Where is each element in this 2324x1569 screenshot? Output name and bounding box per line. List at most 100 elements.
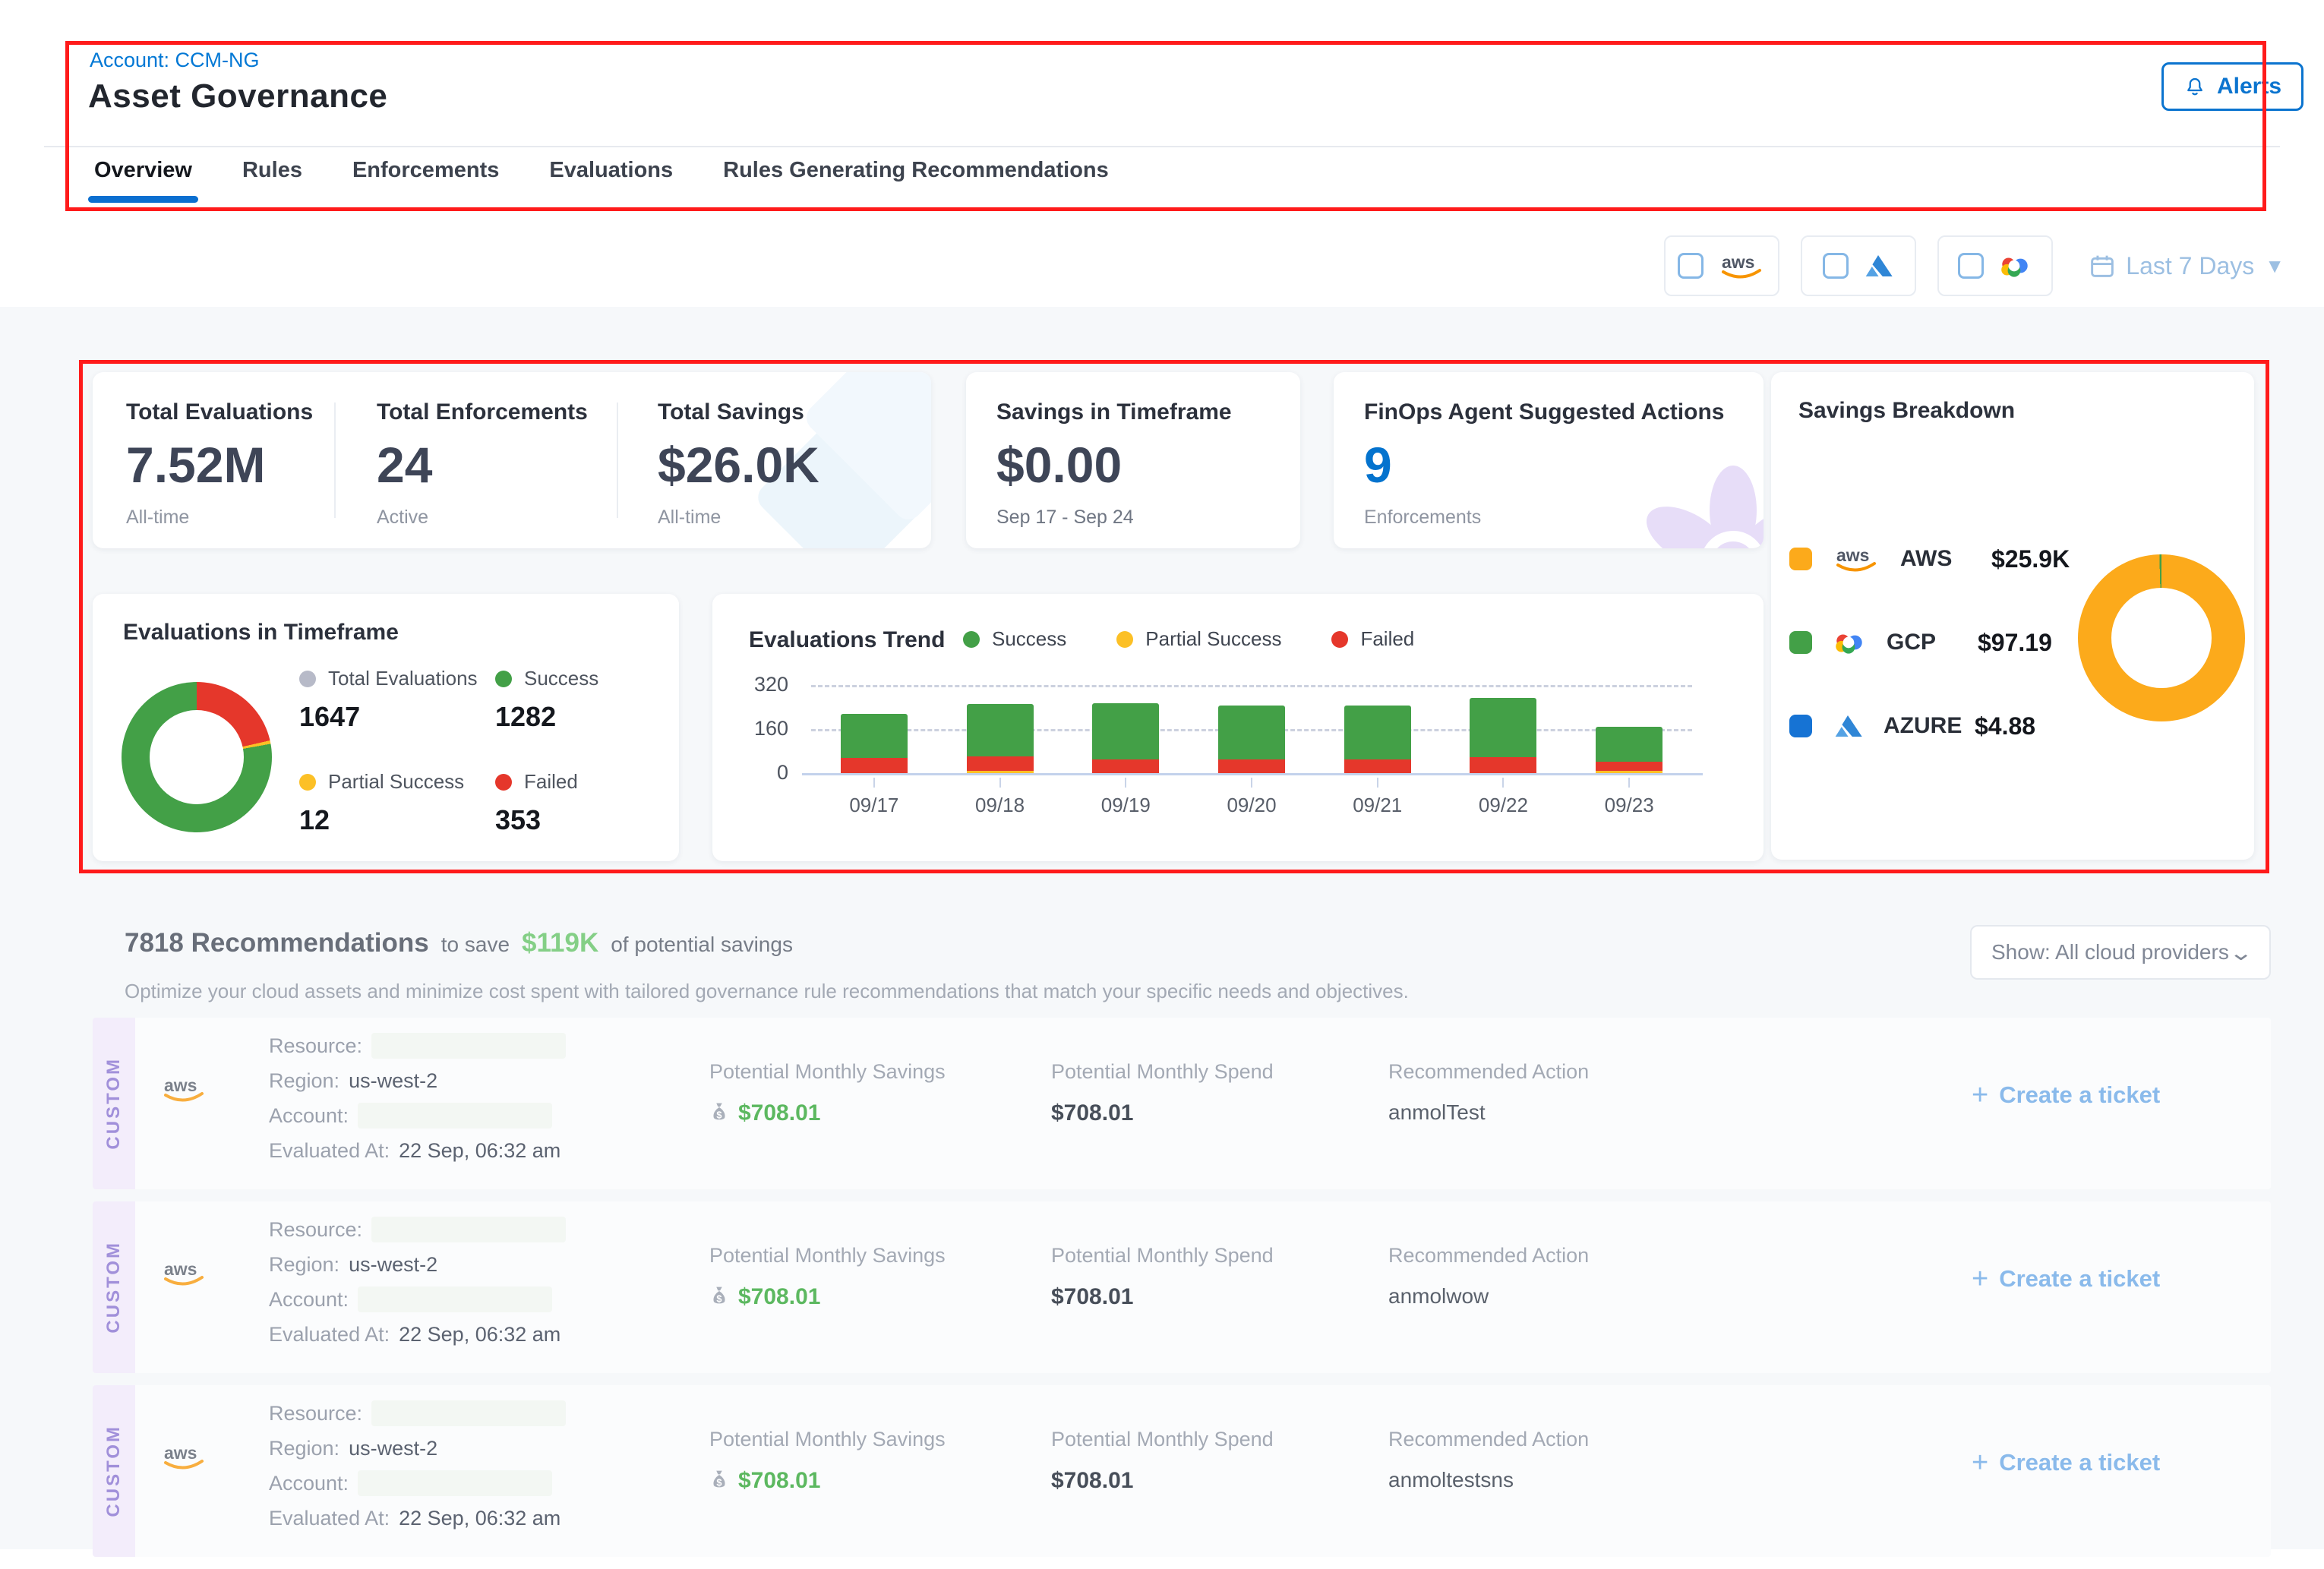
gcp-icon bbox=[1997, 253, 2032, 279]
total-enforcements-caption: Active bbox=[377, 507, 428, 529]
savings-in-timeframe-title: Savings in Timeframe bbox=[996, 399, 1232, 425]
azure-icon bbox=[1832, 712, 1864, 740]
total-savings-title: Total Savings bbox=[658, 399, 804, 425]
x-axis-label: 09/22 bbox=[1479, 794, 1528, 817]
finops-agent-caption: Enforcements bbox=[1364, 507, 1481, 529]
savings-suffix-text: of potential savings bbox=[611, 933, 793, 957]
savings-breakdown-title: Savings Breakdown bbox=[1798, 398, 2015, 424]
finops-agent-value: 9 bbox=[1364, 436, 1392, 494]
azure-icon bbox=[1832, 712, 1864, 740]
money-bag-icon: $ bbox=[709, 1286, 729, 1309]
money-bag-icon: $ bbox=[709, 1470, 729, 1492]
tab-overview[interactable]: Overview bbox=[91, 158, 195, 203]
create-ticket-button[interactable]: +Create a ticket bbox=[1972, 1081, 2160, 1109]
azure-savings-value: $4.88 bbox=[1975, 712, 2035, 740]
aws-icon: aws bbox=[159, 1258, 208, 1288]
page-title: Asset Governance bbox=[88, 77, 387, 115]
x-axis-label: 09/23 bbox=[1605, 794, 1654, 817]
azure-icon bbox=[1862, 252, 1894, 279]
y-axis-tick-0: 0 bbox=[734, 761, 788, 784]
plus-icon: + bbox=[1972, 1084, 1988, 1107]
tab-rules[interactable]: Rules bbox=[239, 158, 305, 203]
savings-breakdown-card: Savings Breakdown aws AWS $25.9K GCP $97… bbox=[1771, 372, 2254, 860]
failed-dot bbox=[495, 774, 512, 791]
totals-card: Total Evaluations 7.52M All-time Total E… bbox=[93, 372, 931, 548]
aws-icon: aws bbox=[159, 1074, 208, 1104]
legend-failed: Failed 353 bbox=[495, 770, 578, 836]
evaluations-trend-card: Evaluations Trend Success Partial Succes… bbox=[712, 594, 1764, 861]
total-enforcements-value: 24 bbox=[377, 436, 432, 494]
savings-in-timeframe-value: $0.00 bbox=[996, 436, 1122, 494]
money-bag-icon: $ bbox=[709, 1102, 729, 1125]
finops-agent-card: FinOps Agent Suggested Actions 9 Enforce… bbox=[1334, 372, 1764, 548]
trend-legend: Success Partial Success Failed bbox=[963, 627, 1414, 651]
cloud-provider-filter-dropdown[interactable]: Show: All cloud providers ⌄ bbox=[1970, 925, 2271, 980]
tab-enforcements[interactable]: Enforcements bbox=[349, 158, 502, 203]
dropdown-label: Show: All cloud providers bbox=[1991, 940, 2229, 964]
aws-icon: aws bbox=[1832, 544, 1880, 574]
azure-checkbox[interactable] bbox=[1823, 253, 1849, 279]
gcp-checkbox[interactable] bbox=[1958, 253, 1984, 279]
bell-icon bbox=[2183, 75, 2206, 98]
account-breadcrumb-link[interactable]: Account: CCM-NG bbox=[90, 49, 260, 72]
redacted-resource-value bbox=[371, 1217, 566, 1242]
tab-rules-generating-recommendations[interactable]: Rules Generating Recommendations bbox=[720, 158, 1112, 203]
aws-icon: aws bbox=[159, 1441, 208, 1472]
recommended-action: Recommended Action anmoltestsns bbox=[1388, 1428, 1589, 1492]
x-axis-label: 09/21 bbox=[1353, 794, 1402, 817]
recommendations-count: 7818 Recommendations bbox=[125, 928, 429, 958]
x-axis-baseline bbox=[802, 773, 1703, 775]
date-range-label: Last 7 Days bbox=[2126, 252, 2254, 280]
aws-icon: aws bbox=[1717, 251, 1766, 281]
partial-success-dot bbox=[299, 774, 316, 791]
resource-fields: Resource: Region:us-west-2 Account: Eval… bbox=[269, 1212, 566, 1352]
total-evaluations-dot bbox=[299, 671, 316, 687]
tab-evaluations[interactable]: Evaluations bbox=[546, 158, 676, 203]
gcp-filter-toggle[interactable] bbox=[1937, 235, 2053, 296]
svg-text:$: $ bbox=[716, 1476, 722, 1488]
y-axis-tick-160: 160 bbox=[734, 717, 788, 740]
divider bbox=[617, 403, 618, 518]
resource-fields: Resource: Region:us-west-2 Account: Eval… bbox=[269, 1396, 566, 1536]
total-savings-caption: All-time bbox=[658, 507, 721, 529]
recommendations-subtitle: Optimize your cloud assets and minimize … bbox=[125, 980, 1409, 1003]
evaluations-in-timeframe-title: Evaluations in Timeframe bbox=[123, 620, 399, 646]
evaluations-donut-chart bbox=[122, 682, 272, 832]
aws-savings-value: $25.9K bbox=[1991, 545, 2070, 573]
gcp-savings-value: $97.19 bbox=[1978, 629, 2052, 657]
total-evaluations-title: Total Evaluations bbox=[126, 399, 313, 425]
aws-icon: aws bbox=[159, 1258, 208, 1288]
azure-filter-toggle[interactable] bbox=[1801, 235, 1916, 296]
legend-total-evaluations: Total Evaluations 1647 bbox=[299, 667, 478, 733]
redacted-resource-value bbox=[371, 1033, 566, 1059]
potential-monthly-savings: Potential Monthly Savings $ $708.01 bbox=[709, 1060, 946, 1126]
evaluations-in-timeframe-card: Evaluations in Timeframe Total Evaluatio… bbox=[93, 594, 679, 861]
y-axis-tick-320: 320 bbox=[734, 673, 788, 696]
gcp-label: GCP bbox=[1887, 630, 1978, 655]
aws-filter-toggle[interactable]: aws bbox=[1664, 235, 1779, 296]
svg-text:aws: aws bbox=[164, 1259, 197, 1279]
x-axis-label: 09/19 bbox=[1101, 794, 1151, 817]
redacted-account-value bbox=[358, 1470, 552, 1496]
trend-bars bbox=[811, 685, 1692, 773]
x-axis-label: 09/18 bbox=[975, 794, 1025, 817]
potential-savings-amount: $119K bbox=[522, 928, 598, 958]
plus-icon: + bbox=[1972, 1268, 1988, 1290]
aws-label: AWS bbox=[1900, 546, 1991, 572]
aws-checkbox[interactable] bbox=[1678, 253, 1704, 279]
to-save-text: to save bbox=[441, 933, 510, 957]
recommendations-list: CUSTOM aws Resource: Region:us-west-2 Ac… bbox=[93, 1018, 2271, 1569]
legend-success: Success 1282 bbox=[495, 667, 598, 733]
money-bag-icon: $ bbox=[709, 1286, 729, 1309]
create-ticket-button[interactable]: +Create a ticket bbox=[1972, 1265, 2160, 1293]
alerts-button[interactable]: Alerts bbox=[2161, 62, 2303, 111]
aws-icon: aws bbox=[159, 1074, 208, 1104]
svg-text:$: $ bbox=[716, 1293, 722, 1304]
recommended-action: Recommended Action anmolwow bbox=[1388, 1244, 1589, 1309]
create-ticket-button[interactable]: +Create a ticket bbox=[1972, 1449, 2160, 1476]
date-range-selector[interactable]: Last 7 Days ▼ bbox=[2089, 252, 2285, 280]
total-evaluations-caption: All-time bbox=[126, 507, 189, 529]
azure-color-chip bbox=[1789, 715, 1812, 737]
x-axis-label: 09/17 bbox=[849, 794, 898, 817]
chevron-down-icon: ▼ bbox=[2265, 254, 2285, 278]
